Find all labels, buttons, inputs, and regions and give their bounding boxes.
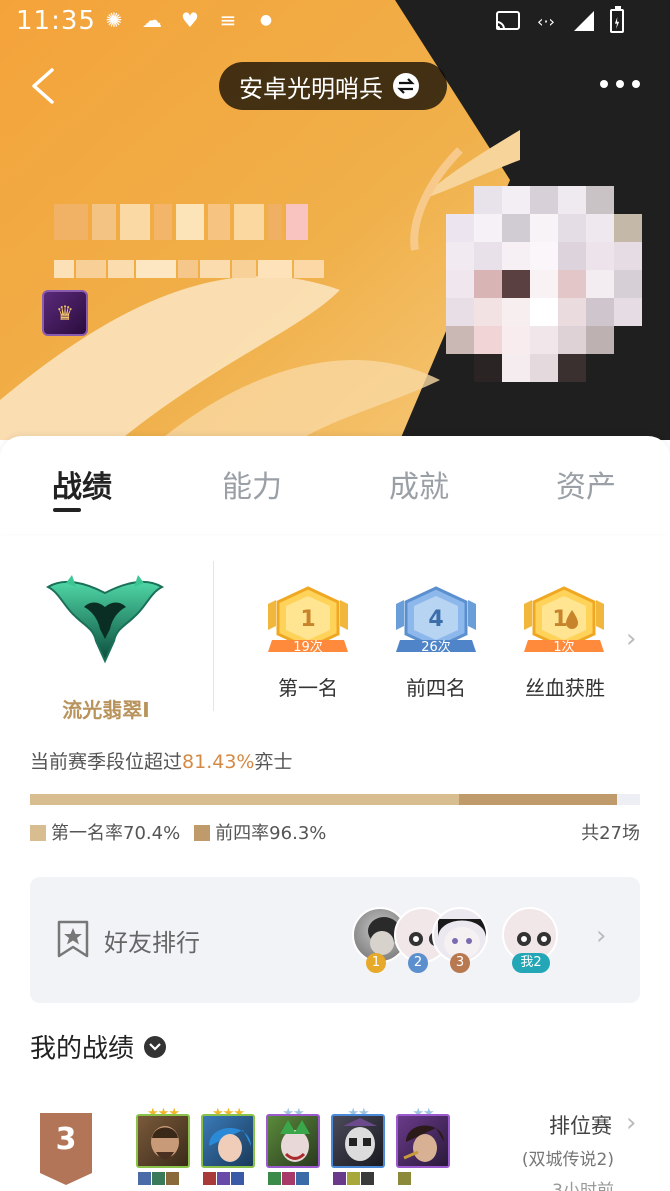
medal-label-top4: 前四名 (406, 676, 466, 700)
friend-rank-badge: 1 (366, 953, 386, 973)
more-icon[interactable] (600, 80, 640, 88)
player-name-blurred (54, 204, 314, 240)
season-prefix: 当前赛季段位超过 (30, 751, 183, 773)
app-root: 11:35 ✺ ☁ ♥ ≡ ● ‹·› 安卓光明哨兵 ♛ 战绩 能力 成就 资产… (0, 0, 670, 1191)
champion-portrait[interactable] (331, 1114, 385, 1168)
first-rate-fill (30, 794, 459, 805)
champion-items (333, 1172, 374, 1185)
svg-text:1: 1 (300, 607, 315, 632)
svg-text:19次: 19次 (293, 639, 323, 655)
top4-rate-fill (459, 794, 617, 805)
back-icon[interactable] (26, 66, 66, 106)
champion-items (268, 1172, 309, 1185)
friend-rank-badge: 3 (450, 953, 470, 973)
season-percent: 81.43% (182, 751, 255, 773)
legend-first-rate: 第一名率70.4% (30, 819, 180, 845)
svg-text:1次: 1次 (553, 639, 574, 655)
champion-portrait[interactable] (201, 1114, 255, 1168)
rank-emblem-icon[interactable] (46, 573, 164, 667)
player-badge-icon[interactable]: ♛ (42, 290, 88, 336)
status-time: 11:35 (16, 6, 96, 36)
data-transfer-icon: ‹·› (537, 11, 555, 31)
medal-label-low-hp: 丝血获胜 (525, 676, 605, 700)
rate-progress-bar (30, 794, 640, 805)
svg-text:26次: 26次 (421, 639, 451, 655)
account-name: 安卓光明哨兵 (239, 74, 383, 103)
svg-text:1: 1 (552, 607, 567, 632)
medals-more-chevron-icon[interactable]: › (626, 624, 636, 654)
champion-items (398, 1172, 411, 1185)
season-percentile: 当前赛季段位超过81.43%弈士 (30, 747, 292, 774)
tab-ability[interactable]: 能力 (222, 462, 282, 506)
champion-items (203, 1172, 244, 1185)
status-bar: 11:35 ✺ ☁ ♥ ≡ ● ‹·› (0, 0, 670, 50)
match-detail-chevron-icon[interactable]: › (626, 1108, 636, 1138)
first-place-medal-icon[interactable]: 1 19次 (264, 586, 352, 662)
champion-items (138, 1172, 179, 1185)
dot-icon: ● (259, 12, 273, 28)
avatar-blurred[interactable] (446, 186, 642, 382)
tab-record[interactable]: 战绩 (52, 462, 112, 506)
svg-text:4: 4 (428, 607, 443, 632)
heart-rate-icon: ♥ (181, 8, 199, 32)
total-games: 共27场 (581, 823, 640, 844)
signal-icon (572, 9, 596, 33)
divider (213, 561, 214, 711)
active-tab-indicator (53, 508, 81, 512)
bookmark-star-icon (57, 920, 89, 958)
match-mode: 排位赛 (549, 1114, 612, 1138)
player-subtitle-blurred (54, 260, 354, 278)
system-icons: ‹·› (496, 6, 624, 33)
tab-bar: 战绩 能力 成就 资产 (0, 436, 670, 534)
top-four-medal-icon[interactable]: 4 26次 (392, 586, 480, 662)
friend-ranking-label: 好友排行 (104, 929, 200, 957)
friend-ranking-card[interactable]: 好友排行 1 2 3 我2 › (30, 877, 640, 1003)
rate-legend: 第一名率70.4% 前四率96.3% (30, 819, 326, 845)
placement-number: 3 (55, 1122, 77, 1157)
database-icon: ≡ (219, 8, 237, 32)
my-record-title: 我的战绩 (30, 1034, 135, 1064)
notification-icons: ✺ ☁ ♥ ≡ ● (102, 8, 278, 32)
friend-rank-badge: 2 (408, 953, 428, 973)
medal-label-first: 第一名 (278, 676, 338, 700)
tab-assets[interactable]: 资产 (556, 462, 616, 506)
match-mode-sub: (双城传说2) (521, 1150, 614, 1170)
top4-rate-swatch (194, 825, 211, 841)
dropdown-icon (144, 1035, 167, 1058)
my-record-header[interactable]: 我的战绩 (30, 1028, 167, 1065)
account-switcher[interactable]: 安卓光明哨兵 (219, 62, 447, 110)
weather-icon: ☁ (142, 8, 162, 32)
my-rank-tag: 我2 (512, 953, 550, 973)
champion-portrait[interactable] (396, 1114, 450, 1168)
tab-achievement[interactable]: 成就 (389, 462, 449, 506)
season-suffix: 弈士 (254, 751, 293, 773)
low-hp-win-medal-icon[interactable]: 1 1次 (520, 586, 608, 662)
app-notification-icon: ✺ (105, 8, 123, 32)
match-time: 3小时前 (552, 1181, 614, 1191)
champion-portrait[interactable] (136, 1114, 190, 1168)
legend-top4-rate: 前四率96.3% (194, 819, 326, 845)
rank-name: 流光翡翠I (62, 698, 150, 722)
battery-icon (610, 6, 624, 33)
first-rate-swatch (30, 825, 46, 841)
champion-portrait[interactable] (266, 1114, 320, 1168)
swap-icon (393, 73, 419, 99)
friend-ranking-chevron-icon: › (596, 921, 607, 951)
profile-hero: 11:35 ✺ ☁ ♥ ≡ ● ‹·› 安卓光明哨兵 ♛ (0, 0, 670, 440)
cast-icon (496, 9, 520, 33)
